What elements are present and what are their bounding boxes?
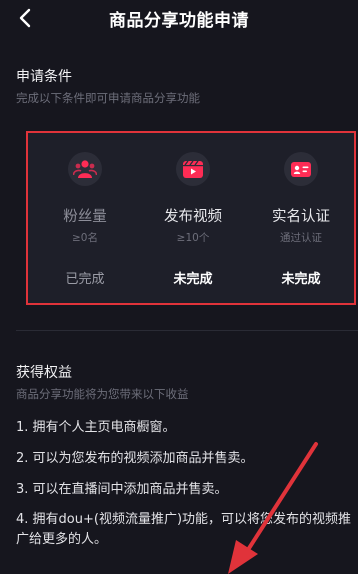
condition-requirement: ≥10个 [176, 232, 210, 244]
annotation-arrow-icon [228, 442, 318, 574]
condition-verification: 实名认证 通过认证 未完成 [246, 133, 356, 303]
header: 商品分享功能申请 [0, 0, 358, 40]
divider [16, 330, 358, 331]
fans-icon [73, 160, 97, 178]
conditions-card: 粉丝量 ≥0名 已完成 发布视频 ≥10个 未完成 实名认证 通过认证 未完成 [26, 131, 356, 305]
condition-videos: 发布视频 ≥10个 未完成 [138, 133, 248, 303]
condition-fans: 粉丝量 ≥0名 已完成 [30, 133, 140, 303]
condition-status: 未完成 [281, 272, 321, 287]
condition-name: 实名认证 [272, 209, 330, 225]
benefit-item: 1. 拥有个人主页电商橱窗。 [16, 420, 176, 435]
page-title: 商品分享功能申请 [109, 11, 249, 31]
condition-status: 已完成 [65, 272, 105, 287]
condition-requirement: 通过认证 [280, 232, 322, 244]
page: 商品分享功能申请 申请条件 完成以下条件即可申请商品分享功能 粉丝量 ≥0名 已… [0, 0, 358, 574]
condition-name: 粉丝量 [63, 209, 107, 225]
id-card-icon-wrap [284, 152, 318, 186]
video-icon [183, 160, 203, 178]
condition-requirement: ≥0名 [72, 232, 98, 244]
benefits-section-subtitle: 商品分享功能将为您带来以下收益 [16, 387, 189, 401]
benefits-section-title: 获得权益 [16, 365, 72, 381]
video-icon-wrap [176, 152, 210, 186]
condition-status: 未完成 [173, 272, 213, 287]
id-card-icon [291, 162, 311, 177]
conditions-section-subtitle: 完成以下条件即可申请商品分享功能 [16, 91, 200, 105]
conditions-section-title: 申请条件 [16, 69, 72, 85]
fans-icon-wrap [68, 152, 102, 186]
condition-name: 发布视频 [164, 209, 222, 225]
